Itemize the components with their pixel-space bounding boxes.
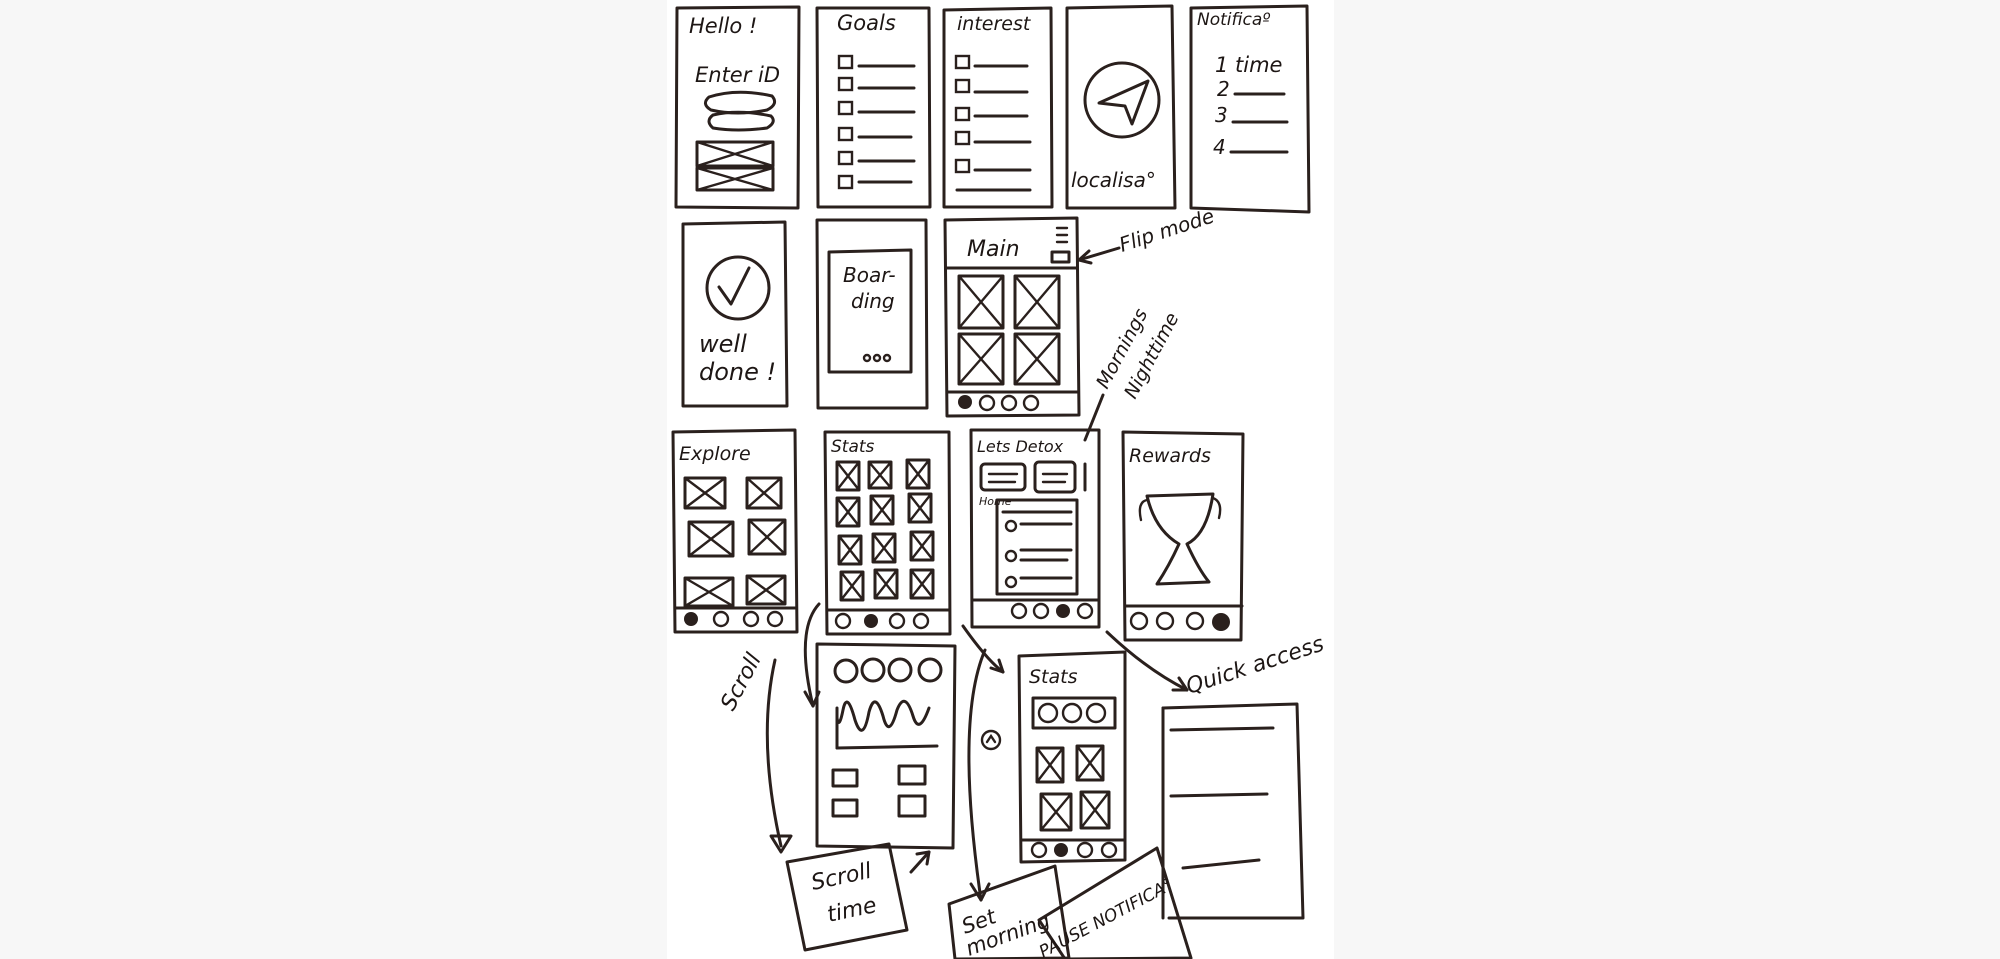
flip-mode-annotation: Flip mode xyxy=(1077,204,1217,265)
stats-2-circles xyxy=(1031,696,1117,730)
stats-2-nav-dots xyxy=(1030,841,1118,859)
trophy-icon xyxy=(1138,492,1222,586)
localisa-label: localisa° xyxy=(1071,168,1156,192)
quick-access-label: Quick access xyxy=(1183,632,1327,700)
rewards-title: Rewards xyxy=(1129,445,1211,467)
goals-title: Goals xyxy=(837,11,896,35)
interest-checklist xyxy=(954,54,1032,192)
screen-lets-detox: Lets Detox Home xyxy=(969,428,1101,629)
pager-dots xyxy=(862,353,892,363)
lets-detox-title: Lets Detox xyxy=(977,437,1064,456)
scroll-annotation: Scroll xyxy=(716,602,821,854)
explore-title: Explore xyxy=(679,443,751,465)
boarding-text-2: ding xyxy=(851,289,895,313)
quick-access-panel xyxy=(1161,702,1305,920)
well-done-line-1: well xyxy=(699,330,747,358)
sketch-sheet: Hello ! Enter iD Goals interest localisa… xyxy=(667,0,1334,959)
send-location-icon xyxy=(1083,61,1161,139)
boarding-text-1: Boar- xyxy=(843,263,896,287)
placeholder-button-2-icon xyxy=(695,166,775,192)
interest-title: interest xyxy=(957,13,1032,35)
scroll-label: Scroll xyxy=(716,649,767,714)
rewards-nav-dots xyxy=(1129,611,1230,631)
mornings-annotation: Mornings Nighttime xyxy=(1083,305,1184,442)
flip-mode-label: Flip mode xyxy=(1116,204,1217,257)
explore-nav-dots xyxy=(684,610,784,628)
screen-scroll-detail xyxy=(815,642,957,850)
explore-tiles xyxy=(683,476,787,608)
quick-access-annotation: Quick access xyxy=(1105,630,1327,700)
hello-title: Hello ! xyxy=(689,14,757,38)
main-nav-dots xyxy=(958,394,1040,412)
screen-stats: Stats xyxy=(823,430,952,636)
well-done-line-2: done ! xyxy=(699,358,776,386)
main-title: Main xyxy=(967,237,1020,262)
placeholder-button-1-icon xyxy=(695,140,775,168)
stats-tiles xyxy=(835,458,935,602)
screen-stats-2: Stats xyxy=(1017,650,1127,864)
notifications-title: Notificaº xyxy=(1197,10,1270,30)
wireframe-sketch: Hello ! Enter iD Goals interest localisa… xyxy=(671,4,1327,959)
scroll-time-line-2: time xyxy=(825,893,879,928)
screen-notifications: Notificaº 1 time 2 3 4 xyxy=(1189,4,1311,214)
screen-rewards: Rewards xyxy=(1121,430,1245,642)
notif-item-1: 1 time xyxy=(1215,53,1282,77)
usage-wave-chart xyxy=(835,699,939,750)
detox-to-stats-arrows xyxy=(961,624,1005,902)
screen-well-done: well done ! xyxy=(681,220,789,408)
detail-boxes xyxy=(831,764,927,818)
notif-item-3: 3 xyxy=(1215,103,1228,127)
main-tiles xyxy=(957,274,1061,386)
stats-title: Stats xyxy=(831,437,875,457)
screen-goals: Goals xyxy=(815,6,932,209)
screen-explore: Explore xyxy=(671,428,799,634)
stats-2-title: Stats xyxy=(1029,666,1078,688)
scroll-time-card: Scroll time xyxy=(785,842,931,952)
id-field-1 xyxy=(704,90,777,115)
detox-chips xyxy=(979,460,1087,494)
screen-boarding: Boar- ding xyxy=(815,218,929,410)
notif-item-4: 4 xyxy=(1213,135,1226,159)
goals-checklist xyxy=(837,54,916,190)
screen-localisation: localisa° xyxy=(1065,4,1177,210)
detox-list xyxy=(995,498,1079,596)
enter-id-label: Enter iD xyxy=(695,63,780,87)
flip-mode-toggle xyxy=(1050,250,1071,264)
stats-2-tiles xyxy=(1035,744,1111,832)
detail-circles xyxy=(833,657,943,684)
screen-main: Main xyxy=(943,216,1081,418)
screen-interest: interest xyxy=(942,6,1054,209)
screen-hello: Hello ! Enter iD xyxy=(674,5,801,210)
notif-item-2: 2 xyxy=(1217,77,1230,101)
stats-nav-dots xyxy=(834,612,930,630)
checkmark-icon xyxy=(705,255,771,321)
detox-nav-dots xyxy=(1010,602,1094,620)
menu-icon xyxy=(1055,226,1069,244)
scroll-time-line-1: Scroll xyxy=(809,859,874,896)
id-field-2 xyxy=(707,110,775,132)
